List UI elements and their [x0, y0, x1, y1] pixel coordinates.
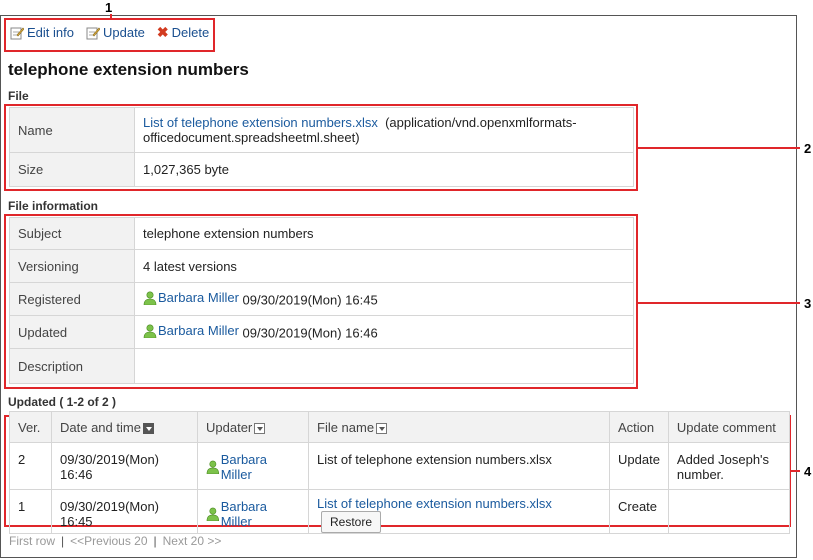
user-icon: [143, 324, 157, 338]
row-updater: Barbara Miller: [197, 489, 309, 534]
update-icon: [86, 27, 100, 39]
row-action: Update: [609, 442, 669, 490]
table-row: 1 09/30/2019(Mon) 16:45 Barbara Miller L…: [9, 489, 791, 534]
sort-icon[interactable]: [376, 422, 388, 434]
row-updater: Barbara Miller: [197, 442, 309, 490]
col-ver: Ver.: [9, 411, 52, 443]
file-download-link[interactable]: List of telephone extension numbers.xlsx: [143, 115, 378, 130]
row-comment: Added Joseph's number.: [667, 442, 791, 490]
user-icon: [206, 507, 220, 521]
file-name-row: Name List of telephone extension numbers…: [9, 107, 634, 153]
row-ver: 1: [9, 489, 52, 534]
col-action: Action: [609, 411, 669, 443]
file-size-label: Size: [9, 152, 135, 187]
registered-time: 09/30/2019(Mon) 16:45: [238, 292, 378, 308]
description-value: [134, 348, 634, 384]
col-date[interactable]: Date and time: [51, 411, 198, 443]
file-size-row: Size 1,027,365 byte: [9, 152, 634, 187]
subject-value: telephone extension numbers: [134, 217, 634, 250]
edit-info-button[interactable]: Edit info: [10, 24, 74, 41]
col-comment: Update comment: [667, 411, 791, 443]
versioning-value: 4 latest versions: [134, 249, 634, 283]
callout-3: 3: [804, 296, 812, 311]
subject-label: Subject: [9, 217, 135, 250]
callout-2: 2: [804, 141, 812, 156]
col-date-label: Date and time: [60, 419, 141, 435]
toolbar: Edit info Update ✖ Delete: [10, 24, 209, 41]
description-label: Description: [9, 348, 135, 384]
user-icon: [143, 291, 157, 305]
update-button[interactable]: Update: [86, 24, 145, 41]
pager-next[interactable]: Next 20 >>: [163, 534, 222, 548]
history-table: Ver. Date and time Updater File name Act…: [9, 411, 791, 534]
file-name-label: Name: [9, 107, 135, 153]
edit-info-label: Edit info: [27, 25, 74, 40]
registered-row: Registered Barbara Miller 09/30/2019(Mon…: [9, 282, 634, 316]
history-header-row: Ver. Date and time Updater File name Act…: [9, 411, 791, 443]
pager-prev[interactable]: <<Previous 20: [70, 534, 147, 548]
row-comment: [667, 489, 791, 534]
history-heading: Updated ( 1-2 of 2 ): [8, 395, 117, 409]
delete-icon: ✖: [156, 24, 169, 40]
updated-value: Barbara Miller 09/30/2019(Mon) 16:46: [134, 315, 634, 349]
description-row: Description: [9, 348, 634, 384]
registered-label: Registered: [9, 282, 135, 316]
versioning-row: Versioning 4 latest versions: [9, 249, 634, 283]
updated-label: Updated: [9, 315, 135, 349]
file-table: Name List of telephone extension numbers…: [9, 107, 634, 187]
updated-user-link[interactable]: Barbara Miller: [158, 323, 239, 338]
pager-separator: |: [61, 534, 65, 548]
pager-separator: |: [153, 534, 157, 548]
callout-2-line: [638, 147, 800, 149]
pager-first[interactable]: First row: [9, 534, 55, 548]
callout-4-line: [791, 470, 800, 472]
updated-row: Updated Barbara Miller 09/30/2019(Mon) 1…: [9, 315, 634, 349]
file-name-cell: List of telephone extension numbers.xlsx…: [134, 107, 634, 153]
row-file: List of telephone extension numbers.xlsx: [308, 442, 610, 490]
pager: First row | <<Previous 20 | Next 20 >>: [9, 534, 221, 548]
edit-icon: [10, 27, 24, 39]
file-size-value: 1,027,365 byte: [134, 152, 634, 187]
update-label: Update: [102, 25, 145, 40]
row-action: Create: [609, 489, 669, 534]
user-icon: [206, 460, 220, 474]
page-title: telephone extension numbers: [8, 60, 249, 79]
file-version-link[interactable]: List of telephone extension numbers.xlsx: [317, 496, 552, 511]
sort-desc-icon[interactable]: [142, 422, 154, 434]
mime-type-line2: officedocument.spreadsheetml.sheet): [143, 130, 360, 145]
registered-user-link[interactable]: Barbara Miller: [158, 290, 239, 305]
row-file: List of telephone extension numbers.xlsx…: [308, 489, 610, 534]
file-info-heading: File information: [8, 199, 98, 213]
updater-link[interactable]: Barbara Miller: [221, 452, 300, 482]
col-file-label: File name: [317, 419, 375, 435]
row-ver: 2: [9, 442, 52, 490]
callout-4: 4: [804, 464, 812, 479]
delete-label: Delete: [171, 25, 210, 40]
col-updater[interactable]: Updater: [197, 411, 309, 443]
delete-button[interactable]: ✖ Delete: [157, 24, 209, 41]
restore-button[interactable]: Restore: [321, 511, 382, 533]
col-updater-label: Updater: [206, 419, 253, 435]
updater-link[interactable]: Barbara Miller: [221, 499, 300, 529]
sort-icon[interactable]: [254, 422, 266, 434]
registered-value: Barbara Miller 09/30/2019(Mon) 16:45: [134, 282, 634, 316]
file-section-heading: File: [8, 89, 29, 103]
subject-row: Subject telephone extension numbers: [9, 217, 634, 250]
mime-type-line1: (application/vnd.openxmlformats-: [385, 115, 577, 130]
row-date: 09/30/2019(Mon) 16:46: [51, 442, 198, 490]
col-file[interactable]: File name: [308, 411, 610, 443]
callout-1: 1: [105, 0, 113, 15]
row-date: 09/30/2019(Mon) 16:45: [51, 489, 198, 534]
versioning-label: Versioning: [9, 249, 135, 283]
updated-time: 09/30/2019(Mon) 16:46: [238, 325, 378, 341]
table-row: 2 09/30/2019(Mon) 16:46 Barbara Miller L…: [9, 442, 791, 490]
callout-3-line: [638, 302, 800, 304]
file-info-table: Subject telephone extension numbers Vers…: [9, 217, 634, 384]
